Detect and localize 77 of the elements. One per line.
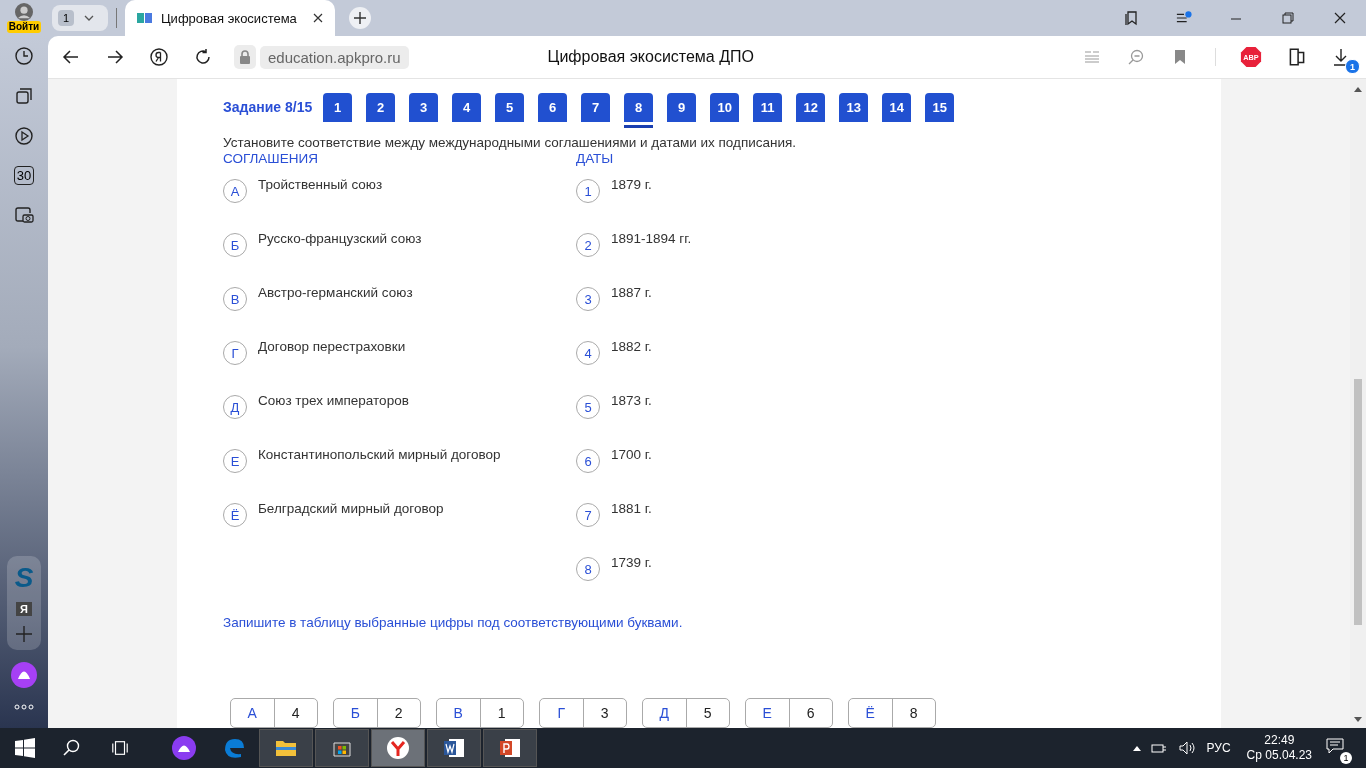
taskbar-app-button[interactable] <box>483 729 537 767</box>
y-letter-icon <box>386 736 410 760</box>
clock-time[interactable]: 22:49 <box>1264 733 1295 748</box>
book-icon <box>137 12 153 24</box>
power-plug-icon[interactable] <box>1150 741 1169 755</box>
assistant-icon[interactable] <box>11 662 37 688</box>
ya-button[interactable]: Я <box>16 602 32 616</box>
word-document-icon <box>443 737 465 759</box>
add-icon[interactable] <box>16 626 32 642</box>
date-text: 1700 г. <box>611 447 652 462</box>
agreement-text: Русско-французский союз <box>258 231 422 246</box>
date-text: 1739 г. <box>611 555 652 570</box>
camera-icon[interactable] <box>14 205 34 225</box>
column-heading: СОГЛАШЕНИЯ <box>223 151 319 167</box>
collections-icon[interactable] <box>1124 10 1140 26</box>
date-text: 1873 г. <box>611 393 652 408</box>
question-number-button[interactable]: 8 <box>624 93 654 128</box>
lock-button[interactable] <box>234 45 256 69</box>
download-count-badge: 1 <box>1345 59 1360 74</box>
caret-up-icon[interactable] <box>1132 745 1141 751</box>
scroll-down-icon[interactable] <box>1354 717 1362 722</box>
yandex-icon[interactable] <box>150 48 168 66</box>
adblock-icon[interactable]: ABP <box>1240 46 1262 68</box>
lock-icon <box>239 50 251 64</box>
assistant-icon <box>172 736 196 760</box>
reload-icon[interactable] <box>194 48 212 66</box>
close-icon[interactable] <box>313 13 323 23</box>
date-text: 1882 г. <box>611 339 652 354</box>
notification-count-badge: 1 <box>1340 752 1352 764</box>
close-icon[interactable] <box>1332 10 1348 26</box>
folder-icon <box>275 739 297 757</box>
search-icon[interactable] <box>63 739 81 757</box>
play-icon[interactable] <box>14 126 34 146</box>
task-view-icon[interactable] <box>111 739 129 757</box>
language-indicator[interactable]: РУС <box>1206 741 1231 755</box>
page-title: Цифровая экосистема ДПО <box>546 48 755 66</box>
browser-tab[interactable]: Цифровая экосистема <box>125 0 335 36</box>
more-icon[interactable] <box>14 704 34 710</box>
back-icon[interactable] <box>62 48 80 66</box>
windows-logo-icon[interactable] <box>15 738 35 758</box>
taskbar-app-button[interactable] <box>427 729 481 767</box>
pages-icon[interactable] <box>14 86 34 106</box>
zoom-out-icon[interactable] <box>1127 48 1145 66</box>
calendar-button[interactable]: 30 <box>13 166 35 185</box>
taskbar-app-button[interactable] <box>371 729 425 767</box>
agreement-text: Константинопольский мирный договор <box>258 447 501 462</box>
tab-group-button[interactable]: 1 <box>52 5 108 31</box>
speaker-icon[interactable] <box>1178 741 1197 755</box>
date-text: 1881 г. <box>611 501 652 516</box>
agreement-text: Белградский мирный договор <box>258 501 444 516</box>
presentation-icon <box>499 737 521 759</box>
login-button[interactable]: Войти <box>6 21 42 33</box>
forward-icon[interactable] <box>106 48 124 66</box>
agreement-text: Союз трех императоров <box>258 393 409 408</box>
browser-e-icon <box>223 737 245 759</box>
date-text: 1891-1894 гг. <box>611 231 692 246</box>
restore-icon[interactable] <box>1280 10 1296 26</box>
agreement-text: Австро-германский союз <box>258 285 413 300</box>
column-heading: ДАТЫ <box>576 151 615 167</box>
taskbar-app-button[interactable] <box>259 729 313 767</box>
new-tab-button[interactable] <box>349 7 371 29</box>
plus-icon <box>354 12 366 24</box>
instruction-text: Запишите в таблицу выбранные цифры под соответствующими буквами. <box>223 615 684 630</box>
question-text: Установите соответствие между международными соглашениями и датами их подписания. <box>223 135 798 151</box>
agreement-text: Договор перестраховки <box>258 339 406 354</box>
date-text: 1887 г. <box>611 285 652 300</box>
avatar-icon[interactable] <box>15 3 33 21</box>
chevron-down-icon <box>84 15 95 21</box>
agreement-text: Тройственный союз <box>258 177 383 192</box>
scrollbar-thumb[interactable] <box>1354 379 1362 625</box>
notifications-icon[interactable] <box>1326 738 1344 754</box>
clock-icon[interactable] <box>14 46 34 66</box>
address-field[interactable]: education.apkpro.ru <box>260 45 409 69</box>
clock-date[interactable]: Ср 05.04.23 <box>1246 748 1312 763</box>
scroll-up-icon[interactable] <box>1354 87 1362 92</box>
date-text: 1879 г. <box>611 177 652 192</box>
task-counter: Задание 8/15 <box>223 98 313 117</box>
